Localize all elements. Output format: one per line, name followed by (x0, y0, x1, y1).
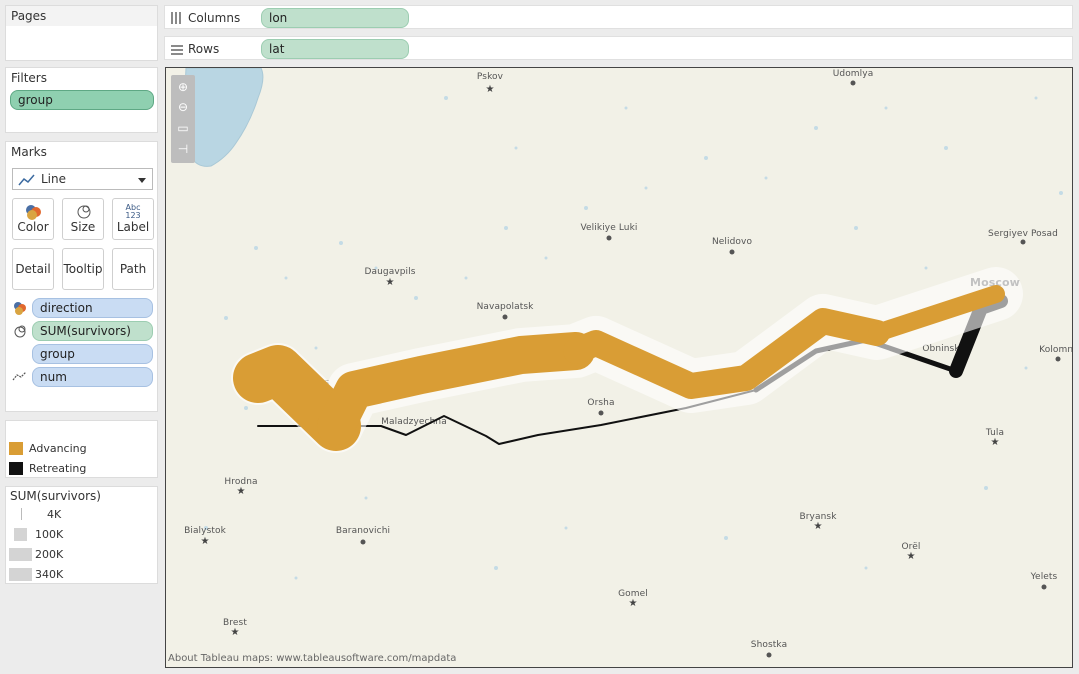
mark-type-dropdown[interactable]: Line (12, 168, 153, 190)
marks-title: Marks (11, 145, 47, 159)
rows-icon (171, 43, 183, 55)
columns-label: Columns (188, 11, 241, 25)
path-field-icon (12, 371, 27, 381)
pages-title: Pages (6, 6, 157, 26)
retreating-label: Retreating (29, 462, 87, 475)
label-button[interactable]: Abc 123 Label (112, 198, 154, 240)
field-pill-survivors[interactable]: SUM(survivors) (32, 321, 153, 341)
marks-card: Marks Line Color Size Abc 123 Label Detai… (5, 141, 158, 412)
mark-type-label: Line (41, 172, 67, 186)
direction-legend: Advancing Retreating (5, 420, 158, 478)
line-mark-icon (18, 174, 35, 186)
size-swatch-200k (9, 548, 32, 561)
map-attribution[interactable]: About Tableau maps: www.tableausoftware.… (168, 653, 456, 664)
advancing-label: Advancing (29, 442, 87, 455)
path-button[interactable]: Path (112, 248, 154, 290)
color-button[interactable]: Color (12, 198, 54, 240)
field-pill-num[interactable]: num (32, 367, 153, 387)
size-label-200k: 200K (35, 548, 64, 561)
filters-title: Filters (11, 71, 47, 85)
color-button-label: Color (17, 220, 49, 234)
size-label-340k: 340K (35, 568, 64, 581)
label-abc-icon: Abc 123 (125, 203, 141, 220)
tooltip-button[interactable]: Tooltip (62, 248, 104, 290)
filter-pill-group[interactable]: group (10, 90, 154, 110)
retreating-swatch (9, 462, 23, 475)
detail-button-label: Detail (15, 262, 51, 276)
rows-shelf: Rows lat (164, 36, 1073, 60)
label-button-label: Label (116, 220, 150, 234)
march-paths (231, 267, 1023, 453)
size-label-4k: 4K (47, 508, 62, 521)
size-swatch-4k (21, 508, 22, 520)
size-swatch-340k (9, 568, 32, 581)
columns-icon (171, 12, 183, 24)
rows-pill-lat[interactable]: lat (261, 39, 409, 59)
size-field-icon (14, 325, 26, 338)
size-button[interactable]: Size (62, 198, 104, 240)
size-swatch-100k (14, 528, 27, 541)
advancing-swatch (9, 442, 23, 455)
size-button-label: Size (70, 220, 96, 234)
chevron-down-icon (138, 178, 146, 183)
field-pill-group[interactable]: group (32, 344, 153, 364)
color-field-icon (14, 302, 26, 315)
filters-card: Filters group (5, 67, 158, 133)
path-button-label: Path (119, 262, 147, 276)
detail-button[interactable]: Detail (12, 248, 54, 290)
size-label-100k: 100K (35, 528, 64, 541)
field-pill-direction[interactable]: direction (32, 298, 153, 318)
map-view[interactable]: ⊕ ⊖ ▭ ⊣ Pskov ★ Udomlya Velikiye Luki Ne… (165, 67, 1073, 668)
size-legend-title: SUM(survivors) (10, 489, 101, 503)
size-icon (77, 205, 91, 219)
columns-pill-lon[interactable]: lon (261, 8, 409, 28)
size-legend: SUM(survivors) 4K 100K 200K 340K (5, 486, 158, 584)
color-icon (26, 205, 41, 220)
rows-label: Rows (188, 42, 220, 56)
pages-card: Pages (5, 5, 158, 61)
tooltip-button-label: Tooltip (63, 262, 103, 276)
columns-shelf: Columns lon (164, 5, 1073, 29)
